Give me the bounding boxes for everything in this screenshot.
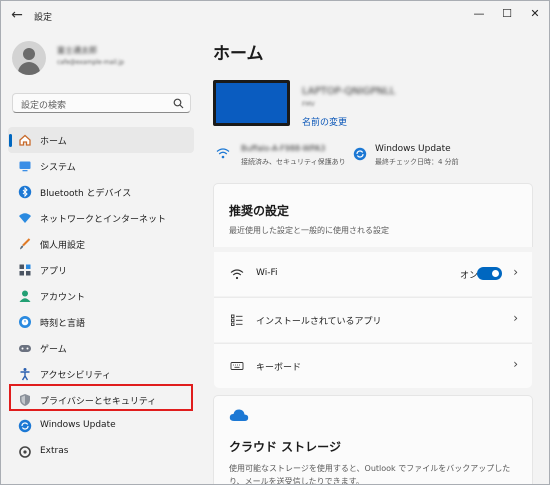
selection-indicator xyxy=(9,134,12,147)
sidebar-item-label: ネットワークとインターネット xyxy=(40,215,167,225)
sidebar-item-label: アプリ xyxy=(40,267,68,277)
windows-update-icon xyxy=(353,147,367,161)
sidebar-item-label: ゲーム xyxy=(40,345,67,355)
windows-update-title[interactable]: Windows Update xyxy=(375,144,451,154)
avatar xyxy=(12,41,46,75)
search-icon xyxy=(173,98,184,109)
device-model: FMV xyxy=(302,101,315,108)
close-icon[interactable]: ✕ xyxy=(520,5,549,23)
profile-email: cafe@example-mail.jp xyxy=(57,59,125,66)
sidebar-item-label: システム xyxy=(40,163,76,173)
maximize-icon[interactable]: ☐ xyxy=(492,5,522,23)
wifi-toggle-state: オン xyxy=(459,271,478,281)
back-arrow-icon[interactable]: ← xyxy=(9,7,25,23)
wifi-toggle[interactable] xyxy=(477,267,502,280)
network-status: 接続済み、セキュリティ保護あり xyxy=(241,158,346,166)
extras-icon xyxy=(19,446,31,458)
search-placeholder: 設定の検索 xyxy=(21,101,67,111)
profile-name: 富士通太郎 xyxy=(57,46,97,55)
chevron-right-icon: › xyxy=(513,311,518,325)
installed-apps-icon xyxy=(231,314,243,326)
cloud-icon xyxy=(229,409,249,421)
device-name: LAPTOP-QNIGPNLL xyxy=(302,86,396,97)
title-bar: ← 設定 — ☐ ✕ xyxy=(1,1,549,33)
cloud-storage-description: 使用可能なストレージを使用すると、Outlook でファイルをバックアップしたり… xyxy=(229,464,511,485)
settings-window: ← 設定 — ☐ ✕ 富士通太郎 cafe@example-mail.jp 設定… xyxy=(0,0,550,485)
wifi-icon xyxy=(216,148,230,159)
sidebar-item-label: ホーム xyxy=(40,137,67,147)
user-profile[interactable]: 富士通太郎 cafe@example-mail.jp xyxy=(12,41,197,77)
sidebar-item-label: Bluetooth とデバイス xyxy=(40,189,132,199)
page-title: ホーム xyxy=(213,44,264,64)
cloud-storage-card: クラウド ストレージ 使用可能なストレージを使用すると、Outlook でファイ… xyxy=(213,395,533,485)
recommended-subtitle: 最近使用した設定と一般的に使用される設定 xyxy=(229,226,389,235)
recommended-card-header: 推奨の設定 最近使用した設定と一般的に使用される設定 xyxy=(213,183,533,247)
sidebar-item-bluetooth[interactable]: Bluetooth とデバイス xyxy=(8,179,194,205)
sidebar-item-home[interactable]: ホーム xyxy=(8,127,194,153)
account-icon xyxy=(19,290,31,302)
sidebar-nav: ホーム システム Bluetooth とデバイス ネットワークとインターネット … xyxy=(8,127,194,465)
highlight-box xyxy=(9,384,193,411)
cloud-storage-title: クラウド ストレージ xyxy=(229,440,341,454)
sidebar-item-network[interactable]: ネットワークとインターネット xyxy=(8,205,194,231)
recommended-row-installed-apps[interactable]: インストールされているアプリ › xyxy=(214,298,532,342)
accessibility-icon xyxy=(20,368,30,381)
sidebar-item-label: アカウント xyxy=(40,293,86,303)
network-ssid: Buffalo-A-F988-WPA3 xyxy=(241,144,326,153)
sidebar-item-label: アクセシビリティ xyxy=(40,371,112,381)
keyboard-label: キーボード xyxy=(256,363,302,373)
sidebar-item-personalization[interactable]: 個人用設定 xyxy=(8,231,194,257)
sidebar-item-label: Windows Update xyxy=(40,420,116,430)
game-icon xyxy=(19,345,31,352)
brush-icon xyxy=(20,238,31,250)
window-title: 設定 xyxy=(34,13,53,23)
recommended-title: 推奨の設定 xyxy=(229,204,290,218)
system-icon xyxy=(19,161,31,172)
sidebar-item-extras[interactable]: Extras xyxy=(8,439,194,465)
minimize-icon[interactable]: — xyxy=(464,5,494,23)
windows-update-status: 最終チェック日時：4 分前 xyxy=(375,158,459,166)
network-icon xyxy=(19,213,31,223)
sidebar-item-time-language[interactable]: 時刻と言語 xyxy=(8,309,194,335)
sidebar-item-accounts[interactable]: アカウント xyxy=(8,283,194,309)
device-monitor-image xyxy=(213,80,290,126)
recommended-row-keyboard[interactable]: キーボード › xyxy=(214,344,532,388)
sidebar-item-apps[interactable]: アプリ xyxy=(8,257,194,283)
windows-update-icon xyxy=(18,419,32,433)
sidebar-item-system[interactable]: システム xyxy=(8,153,194,179)
installed-apps-label: インストールされているアプリ xyxy=(256,317,382,327)
wifi-label: Wi-Fi xyxy=(256,268,278,278)
wifi-icon xyxy=(230,269,244,280)
chevron-right-icon: › xyxy=(513,265,518,279)
search-input[interactable]: 設定の検索 xyxy=(12,93,191,113)
sidebar-item-windows-update[interactable]: Windows Update xyxy=(8,413,194,439)
chevron-right-icon: › xyxy=(513,357,518,371)
recommended-row-wifi[interactable]: Wi-Fi オン › xyxy=(214,252,532,296)
bluetooth-icon xyxy=(18,185,32,199)
time-language-icon xyxy=(19,316,31,328)
home-icon xyxy=(19,134,31,146)
sidebar-item-gaming[interactable]: ゲーム xyxy=(8,335,194,361)
sidebar-item-label: Extras xyxy=(40,446,69,456)
apps-icon xyxy=(19,264,31,276)
sidebar-item-label: 個人用設定 xyxy=(40,241,86,251)
sidebar-item-label: 時刻と言語 xyxy=(40,319,86,329)
keyboard-icon xyxy=(230,362,244,370)
rename-link[interactable]: 名前の変更 xyxy=(302,115,347,128)
